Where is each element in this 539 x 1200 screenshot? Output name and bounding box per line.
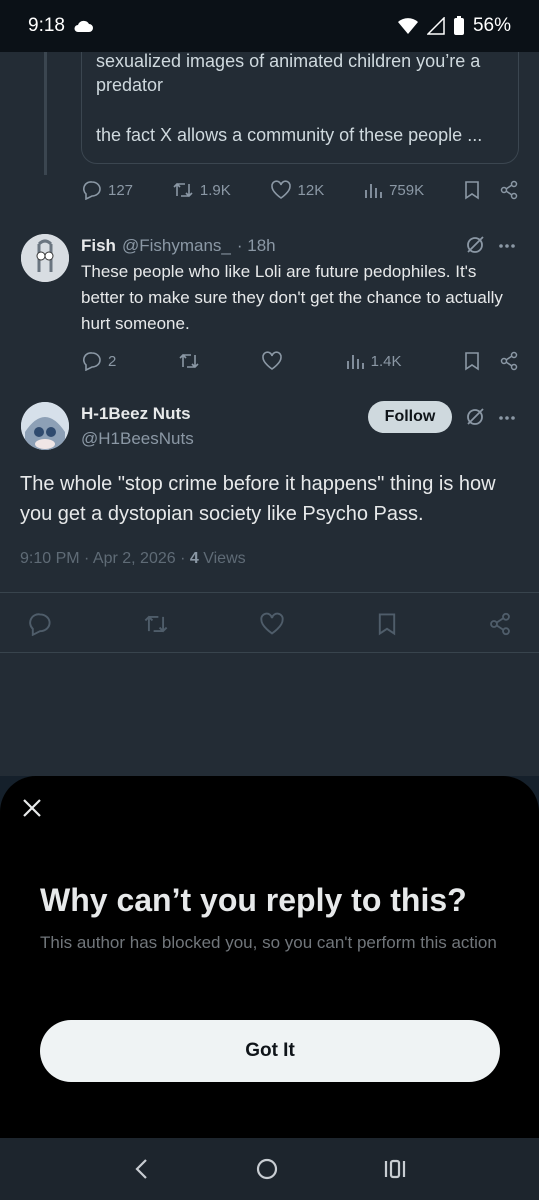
wifi-icon [397, 17, 419, 35]
tweet-meta: 9:10 PM · Apr 2, 2026 · 4 Views [20, 550, 246, 568]
close-icon[interactable] [20, 796, 44, 820]
views-label: Views [198, 550, 246, 567]
sheet-title: Why can’t you reply to this? [40, 882, 467, 918]
author-name[interactable]: Fish [81, 236, 116, 256]
repost-icon [178, 351, 200, 371]
views-icon [363, 180, 383, 200]
views-button[interactable]: 759K [363, 180, 424, 200]
reply-icon [82, 180, 102, 200]
like-icon[interactable] [259, 612, 285, 636]
signal-icon [426, 17, 445, 35]
sheet-body: This author has blocked you, so you can'… [40, 933, 497, 952]
repost-count: 1.9K [199, 181, 231, 199]
share-icon[interactable] [499, 351, 519, 371]
parent-action-bar: 127 1.9K 12K 759K [82, 180, 519, 200]
main-action-bar [28, 612, 512, 636]
bookmark-icon[interactable] [376, 612, 398, 636]
views-count: 759K [389, 181, 425, 199]
like-icon [270, 180, 292, 200]
reply-action-bar: 2 1.4K [82, 351, 519, 371]
reply-tweet-text: These people who like Loli are future pe… [81, 262, 503, 333]
more-icon[interactable] [497, 236, 517, 256]
views-icon [345, 351, 365, 371]
reply-button[interactable]: 127 [82, 180, 133, 200]
parent-extra-actions [463, 180, 519, 200]
like-icon [261, 351, 283, 371]
home-icon[interactable] [255, 1157, 279, 1181]
quoted-text-line2: the fact X allows a community of these p… [96, 125, 483, 145]
reply-icon [82, 351, 102, 371]
got-it-button[interactable]: Got It [40, 1020, 500, 1082]
status-time: 9:18 [28, 15, 65, 36]
divider [0, 592, 539, 593]
tweet-thread[interactable]: sexualized images of animated children y… [0, 52, 539, 776]
grok-icon[interactable] [465, 235, 485, 255]
reply-tweet-header: Fish @Fishymans_ · 18h [81, 236, 276, 256]
grok-icon[interactable] [465, 407, 485, 427]
quoted-tweet-card[interactable]: sexualized images of animated children y… [81, 52, 519, 164]
system-nav-bar [0, 1138, 539, 1200]
author-name[interactable]: H-1Beez Nuts [81, 404, 191, 424]
bookmark-icon[interactable] [463, 351, 481, 371]
author-handle[interactable]: @H1BeesNuts [81, 429, 194, 449]
main-tweet-text: The whole "stop crime before it happens"… [20, 473, 496, 525]
tweet-timestamp: 9:10 PM · Apr 2, 2026 · [20, 550, 190, 567]
back-icon[interactable] [132, 1157, 152, 1181]
repost-button[interactable] [178, 351, 200, 371]
repost-icon[interactable] [143, 612, 169, 636]
repost-icon [172, 180, 194, 200]
like-count: 12K [297, 181, 325, 199]
reply-button[interactable]: 2 [82, 351, 116, 371]
tweet-time: · 18h [236, 236, 276, 255]
avatar-h1beez[interactable] [21, 402, 69, 450]
like-button[interactable]: 12K [270, 180, 325, 200]
reply-count: 2 [108, 352, 117, 370]
cloud-icon [73, 19, 93, 33]
thread-connector [44, 52, 47, 175]
recents-icon[interactable] [383, 1157, 407, 1181]
quoted-text-line1: sexualized images of animated children y… [96, 52, 481, 95]
status-bar: 9:18 56% [0, 0, 539, 52]
views-count: 4 [189, 550, 199, 567]
more-icon[interactable] [497, 408, 517, 428]
reply-icon[interactable] [28, 612, 52, 636]
blocked-reply-sheet: Why can’t you reply to this? This author… [0, 776, 539, 1138]
bookmark-icon[interactable] [463, 180, 481, 200]
views-button[interactable]: 1.4K [345, 351, 402, 371]
battery-percent: 56% [472, 15, 511, 36]
views-count: 1.4K [370, 352, 402, 370]
battery-icon [453, 16, 465, 36]
avatar-fish[interactable] [21, 234, 69, 282]
divider [0, 652, 539, 653]
follow-button[interactable]: Follow [368, 401, 452, 433]
repost-button[interactable]: 1.9K [172, 180, 231, 200]
share-icon[interactable] [488, 612, 512, 636]
like-button[interactable] [261, 351, 283, 371]
reply-extra-actions [463, 351, 519, 371]
reply-count: 127 [108, 181, 134, 199]
author-handle[interactable]: @Fishymans_ [122, 236, 231, 256]
share-icon[interactable] [499, 180, 519, 200]
